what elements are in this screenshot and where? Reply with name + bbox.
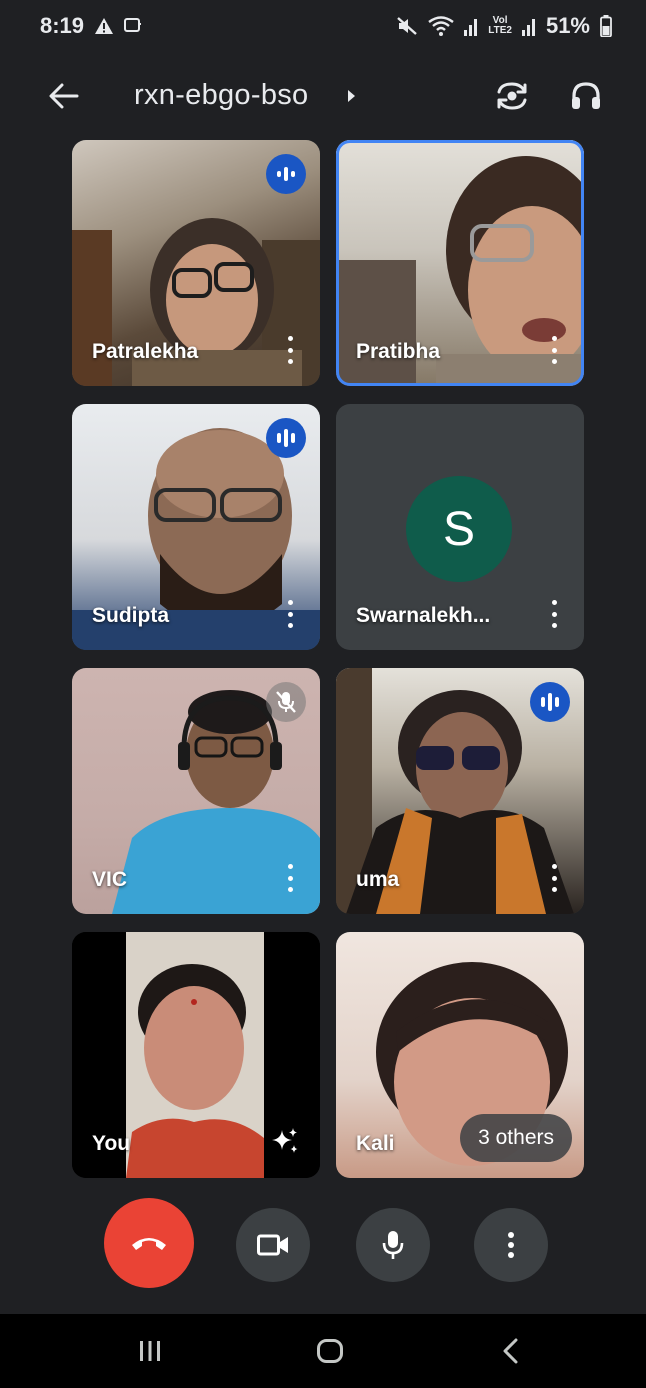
signal-icon (464, 16, 478, 36)
participant-tile-pratibha[interactable]: Pratibha (336, 140, 584, 386)
signal-icon-2 (521, 16, 536, 36)
avatar: S (406, 476, 512, 582)
speaking-indicator (266, 418, 306, 458)
switch-camera-icon (497, 82, 527, 110)
participant-options-button[interactable] (546, 864, 562, 892)
status-bar-right: Vol LTE2 51% (396, 13, 612, 39)
headphones-icon (572, 82, 600, 109)
system-back-button[interactable] (492, 1334, 528, 1368)
participant-options-button[interactable] (282, 864, 298, 892)
speaking-indicator (530, 682, 570, 722)
back-chevron-icon (503, 1338, 518, 1364)
participant-name: Patralekha (92, 340, 199, 363)
caret-right-icon (348, 90, 355, 102)
effects-button[interactable] (268, 1124, 302, 1158)
participant-name: Pratibha (356, 340, 441, 363)
battery-icon (600, 15, 612, 37)
meeting-details-button[interactable] (340, 84, 362, 108)
recents-icon (140, 1341, 160, 1361)
microphone-toggle-button[interactable] (356, 1208, 430, 1282)
speaking-indicator (266, 154, 306, 194)
participant-options-button[interactable] (282, 336, 298, 364)
participant-tile-uma[interactable]: uma (336, 668, 584, 914)
back-button[interactable] (44, 76, 84, 116)
more-vert-icon (508, 1232, 514, 1258)
camera-icon (257, 1234, 288, 1256)
participant-name: You (92, 1132, 131, 1155)
participant-tile-sudipta[interactable]: Sudipta (72, 404, 320, 650)
status-bar-left: 8:19 (40, 13, 142, 39)
network-type-label: Vol LTE2 (488, 16, 512, 36)
participant-tile-vic[interactable]: VIC (72, 668, 320, 914)
muted-indicator (266, 682, 306, 722)
cast-icon (124, 18, 142, 34)
microphone-icon (382, 1231, 404, 1259)
battery-percent: 51% (545, 13, 590, 38)
more-options-button[interactable] (474, 1208, 548, 1282)
system-nav-bar (0, 1314, 646, 1388)
status-time: 8:19 (40, 13, 85, 38)
participant-name: Swarnalekh... (356, 604, 491, 627)
participant-tile-patralekha[interactable]: Patralekha (72, 140, 320, 386)
participant-options-button[interactable] (546, 336, 562, 364)
recents-button[interactable] (132, 1334, 168, 1368)
camera-toggle-button[interactable] (236, 1208, 310, 1282)
participant-tile-swarnalekha[interactable]: S Swarnalekh... (336, 404, 584, 650)
end-call-icon (132, 1238, 166, 1250)
home-button[interactable] (310, 1334, 350, 1368)
status-bar: 8:19 Vol LTE2 51% (0, 0, 646, 52)
participant-tile-kali[interactable]: Kali 3 others (336, 932, 584, 1178)
meeting-header: rxn-ebgo-bso (0, 62, 646, 130)
home-icon (317, 1339, 343, 1363)
participant-tile-self[interactable]: You (72, 932, 320, 1178)
participant-options-button[interactable] (282, 600, 298, 628)
alert-icon (94, 17, 114, 35)
network-lte-label: LTE2 (488, 25, 512, 36)
end-call-button[interactable] (104, 1198, 194, 1288)
participant-name: VIC (92, 868, 128, 891)
back-arrow-icon (49, 83, 79, 109)
participant-name: Kali (356, 1132, 395, 1155)
others-participants-chip[interactable]: 3 others (460, 1114, 572, 1162)
wifi-icon (428, 16, 454, 36)
sparkle-icon (272, 1128, 298, 1153)
participant-name: Sudipta (92, 604, 169, 627)
mute-icon (396, 16, 418, 36)
meeting-code[interactable]: rxn-ebgo-bso (134, 79, 308, 112)
switch-camera-button[interactable] (490, 74, 534, 118)
mic-off-icon (276, 691, 296, 713)
participant-name: uma (356, 868, 400, 891)
audio-output-button[interactable] (564, 74, 608, 118)
participant-options-button[interactable] (546, 600, 562, 628)
